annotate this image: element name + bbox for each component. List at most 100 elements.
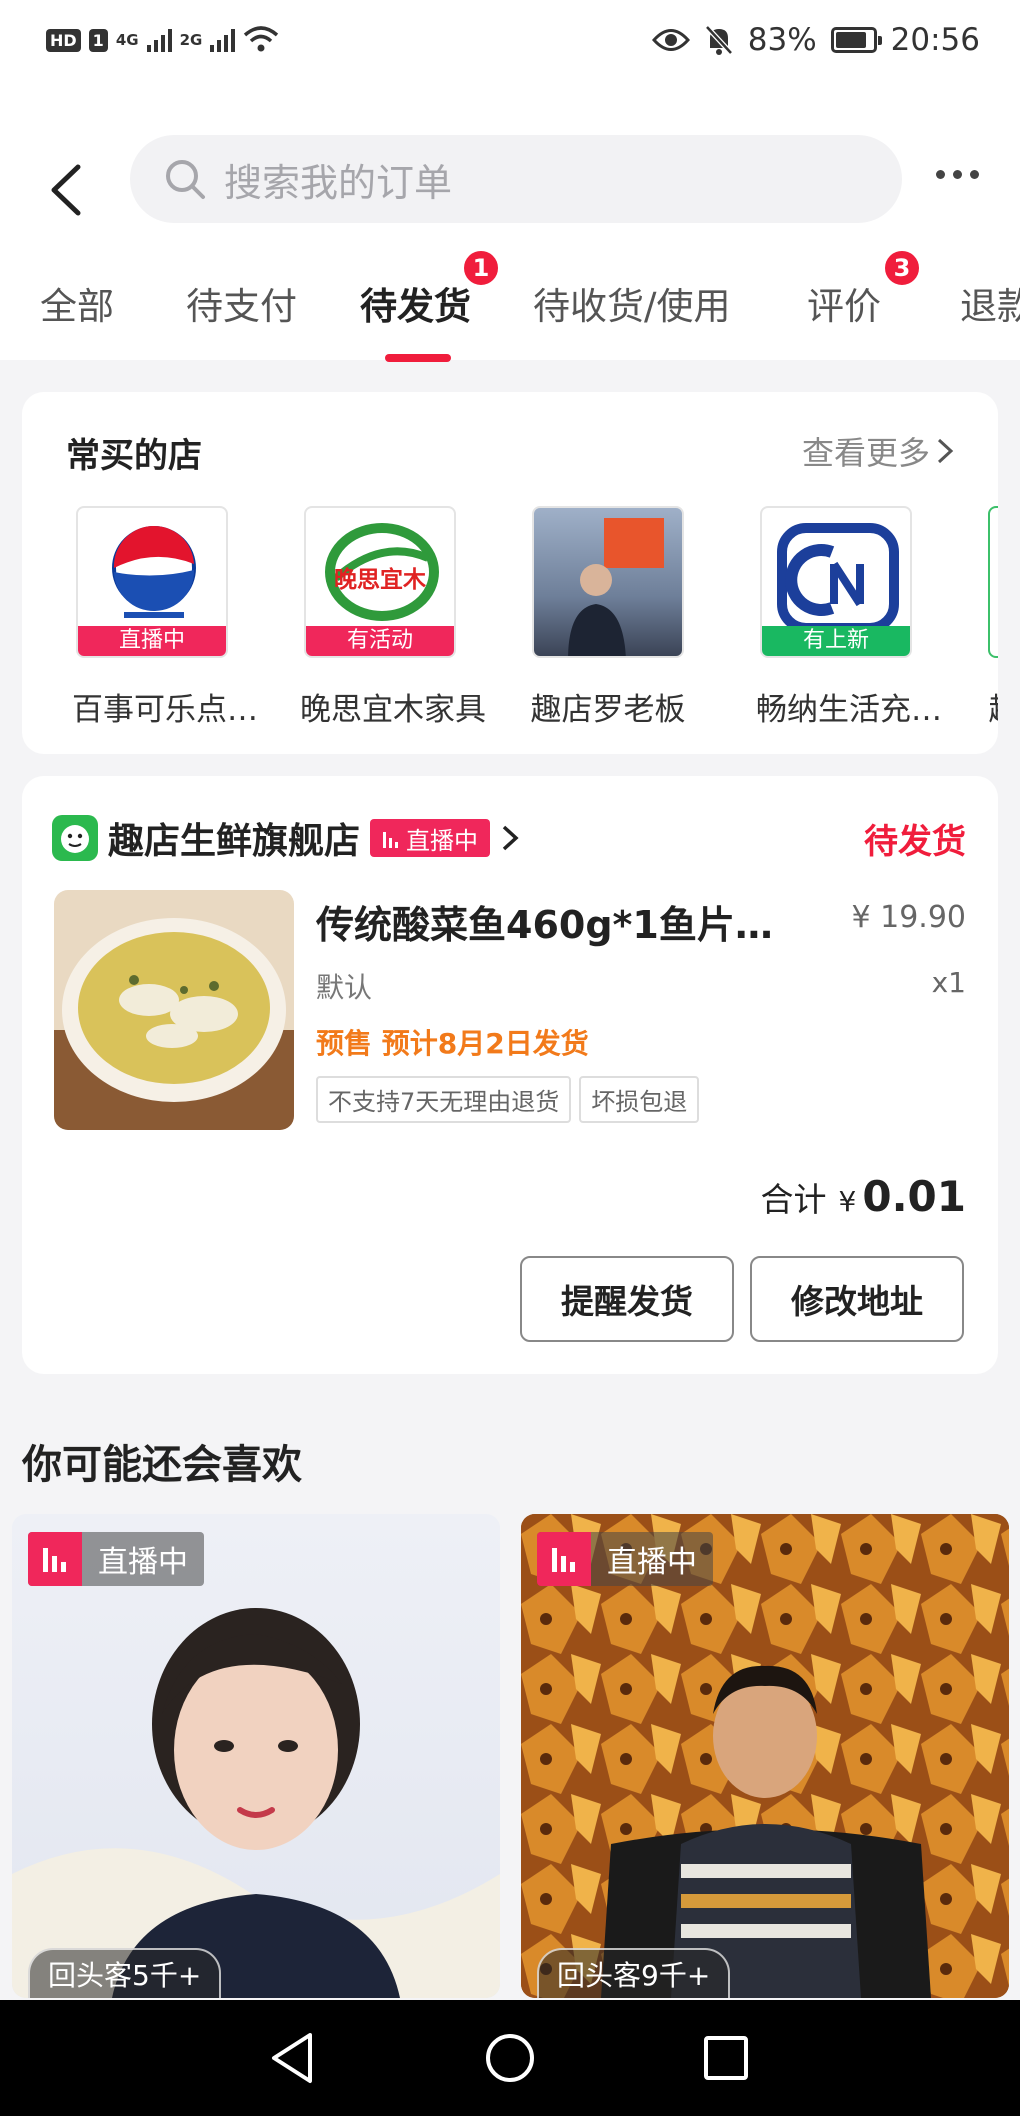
- live-bars-icon: [537, 1532, 591, 1586]
- store-item[interactable]: 趣: [984, 506, 998, 729]
- host-portrait: [12, 1608, 500, 1998]
- product-title[interactable]: 传统酸菜鱼460g*1鱼片…: [316, 894, 773, 949]
- order-total: 合计 ¥ 0.01: [761, 1172, 966, 1221]
- shop-logo: [52, 815, 98, 861]
- view-more-label: 查看更多: [801, 434, 930, 472]
- header: 搜索我的订单 全部 待支付 待发货 1 待收货/使用 评价 3 退款: [0, 80, 1020, 362]
- store-logo: [988, 506, 998, 658]
- store-tag: 直播中: [78, 626, 226, 656]
- returning-customers-badge: 回头客5千+: [28, 1948, 222, 1998]
- mute-bell-icon: [704, 25, 733, 55]
- total-label: 合计: [760, 1180, 827, 1219]
- recommendation-card[interactable]: 直播中 回头客5千+: [12, 1514, 500, 1998]
- store-photo: [532, 506, 684, 658]
- status-bar: HD 1 4G 2G 83% 20:56: [0, 0, 1020, 80]
- battery-percent: 83%: [747, 22, 817, 58]
- live-bars-icon: [383, 832, 399, 848]
- live-badge: 直播中: [537, 1532, 713, 1586]
- store-tag: 有上新: [762, 626, 910, 656]
- nav-back-button[interactable]: [262, 2028, 322, 2088]
- tab-all[interactable]: 全部: [40, 276, 114, 330]
- store-logo-text: 晚思宜木: [334, 567, 426, 593]
- chevron-left-icon: [51, 164, 81, 216]
- returning-customers-badge: 回头客9千+: [537, 1948, 731, 1998]
- store-item[interactable]: 直播中 百事可乐点…: [72, 506, 258, 729]
- search-icon: [166, 160, 205, 199]
- tab-pending-payment[interactable]: 待支付: [186, 276, 297, 330]
- signal-icon: [146, 28, 172, 52]
- product-quantity: x1: [931, 966, 966, 999]
- store-name: 趣店罗老板: [530, 692, 686, 728]
- section-title: 常买的店: [66, 436, 202, 476]
- total-currency: ¥: [838, 1185, 857, 1218]
- active-tab-indicator: [385, 354, 451, 362]
- more-options-icon[interactable]: [936, 170, 979, 179]
- store-item[interactable]: 有上新 畅纳生活充…: [756, 506, 942, 729]
- recommendation-card[interactable]: 直播中 回头客9千+: [521, 1514, 1009, 1998]
- store-name: 趣: [984, 684, 999, 729]
- chevron-right-icon: [502, 825, 519, 851]
- signal-icon-2: [210, 28, 236, 52]
- service-tag: 坏损包退: [579, 1076, 700, 1123]
- search-placeholder: 搜索我的订单: [224, 160, 453, 205]
- clock: 20:56: [890, 22, 980, 58]
- nav-recents-button[interactable]: [696, 2028, 756, 2088]
- circle-home-icon: [486, 2034, 534, 2082]
- live-badge: 直播中: [28, 1532, 204, 1586]
- live-badge: 直播中: [370, 819, 491, 857]
- battery-icon: [830, 27, 882, 53]
- store-logo: 直播中: [76, 506, 228, 658]
- tab-badge: 1: [461, 248, 501, 288]
- service-tags: 不支持7天无理由退货 坏损包退: [316, 1076, 700, 1123]
- store-name: 畅纳生活充…: [756, 692, 942, 728]
- service-tag: 不支持7天无理由退货: [316, 1076, 572, 1123]
- order-status: 待发货: [864, 822, 966, 862]
- chevron-right-icon: [937, 438, 954, 464]
- live-badge-label: 直播中: [98, 1545, 188, 1580]
- remind-shipment-button[interactable]: 提醒发货: [520, 1256, 734, 1342]
- tab-badge: 3: [882, 248, 922, 288]
- square-recents-icon: [704, 2036, 748, 2080]
- network-type-2: 2G: [179, 31, 203, 49]
- live-badge-label: 直播中: [607, 1545, 697, 1580]
- nav-home-button[interactable]: [480, 2028, 540, 2088]
- live-bars-icon: [28, 1532, 82, 1586]
- mascot-icon: [61, 825, 89, 853]
- order-tabs: 全部 待支付 待发货 1 待收货/使用 评价 3 退款: [0, 248, 1020, 362]
- hd-badge: HD: [46, 28, 81, 52]
- system-nav-bar: [0, 2000, 1020, 2116]
- sim-badge: 1: [88, 28, 108, 52]
- view-more-link[interactable]: 查看更多: [802, 428, 954, 474]
- product-price: ¥ 19.90: [851, 900, 966, 935]
- wifi-icon: [244, 26, 279, 52]
- tab-refund[interactable]: 退款: [960, 276, 1020, 330]
- back-button[interactable]: [36, 150, 96, 230]
- presale-notice: 预售 预计8月2日发货: [316, 1027, 589, 1060]
- person-photo: [568, 518, 664, 656]
- shop-name: 趣店生鲜旗舰店: [108, 821, 361, 862]
- live-badge-label: 直播中: [406, 826, 479, 855]
- order-card: 趣店生鲜旗舰店 直播中 待发货 传统酸菜鱼460g*1鱼片… ¥ 19.90 默…: [22, 776, 998, 1374]
- eye-icon: [651, 29, 690, 51]
- search-input[interactable]: 搜索我的订单: [130, 135, 902, 223]
- product-image[interactable]: [54, 890, 294, 1130]
- recommendations-title: 你可能还会喜欢: [22, 1442, 302, 1488]
- shop-link[interactable]: 趣店生鲜旗舰店 直播中: [52, 812, 520, 864]
- change-address-button[interactable]: 修改地址: [750, 1256, 964, 1342]
- frequent-stores-card: 常买的店 查看更多 直播中 百事可乐点… 晚思宜木 有活动 晚思宜木家具 趣店罗…: [22, 392, 998, 754]
- store-item[interactable]: 趣店罗老板: [528, 506, 688, 729]
- tab-reviews[interactable]: 评价: [807, 276, 881, 330]
- store-item[interactable]: 晚思宜木 有活动 晚思宜木家具: [300, 506, 486, 729]
- store-logo: 晚思宜木 有活动: [304, 506, 456, 658]
- store-name: 晚思宜木家具: [300, 692, 486, 728]
- tab-pending-shipment[interactable]: 待发货: [360, 276, 471, 330]
- store-logo: 有上新: [760, 506, 912, 658]
- fish-dish-image: [54, 890, 294, 1130]
- host-portrait: [521, 1514, 1009, 1998]
- total-value: 0.01: [862, 1172, 966, 1221]
- product-spec: 默认: [316, 971, 373, 1004]
- network-type-1: 4G: [115, 31, 139, 49]
- store-tag: 有活动: [306, 626, 454, 656]
- triangle-back-icon: [272, 2033, 312, 2083]
- tab-pending-receipt[interactable]: 待收货/使用: [533, 276, 730, 330]
